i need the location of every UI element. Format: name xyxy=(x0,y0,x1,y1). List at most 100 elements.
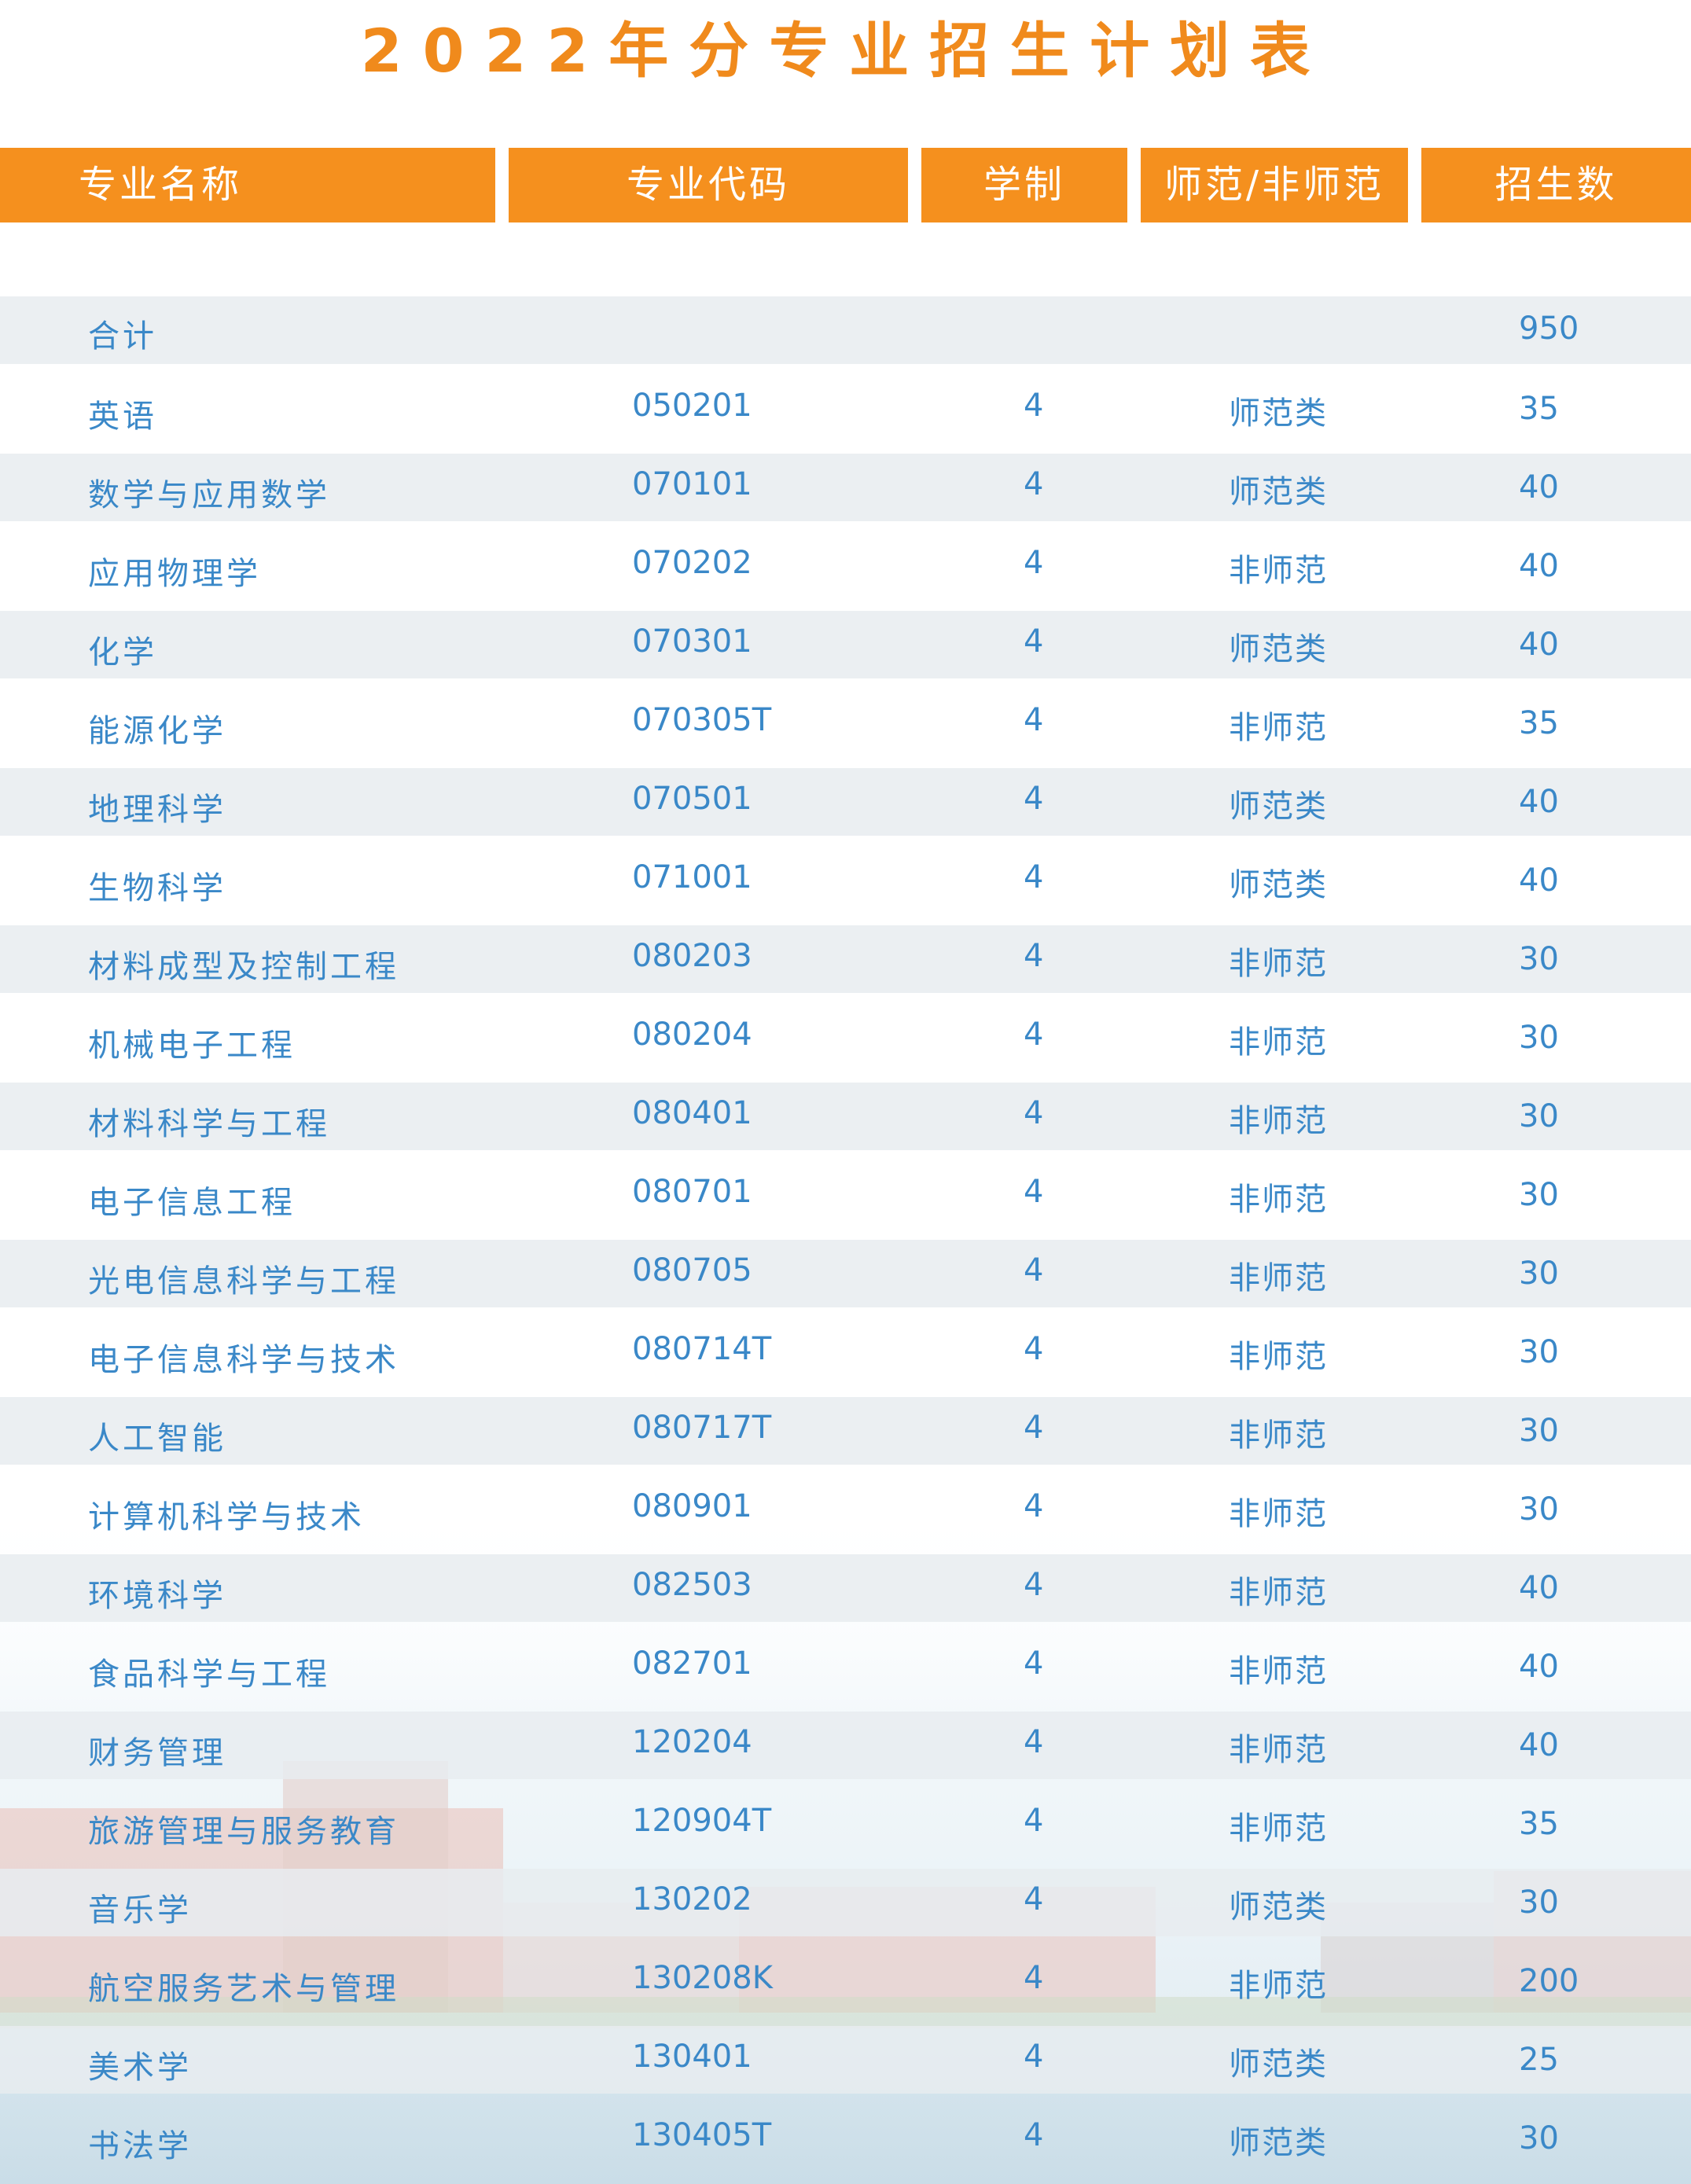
normal-type: 师范类 xyxy=(1229,474,1328,510)
major-code: 070301 xyxy=(632,623,752,660)
major-name: 音乐学 xyxy=(88,1892,192,1928)
duration: 4 xyxy=(1024,1331,1044,1367)
table-row: 财务管理 120204 4 非师范 40 xyxy=(0,1712,1691,1779)
normal-type: 非师范 xyxy=(1229,1260,1328,1296)
major-name: 计算机科学与技术 xyxy=(88,1499,365,1535)
table-row: 数学与应用数学 070101 4 师范类 40 xyxy=(0,454,1691,521)
table-row: 化学 070301 4 师范类 40 xyxy=(0,611,1691,678)
normal-type: 非师范 xyxy=(1229,1811,1328,1847)
duration: 4 xyxy=(1024,466,1044,502)
table-row: 应用物理学 070202 4 非师范 40 xyxy=(0,521,1691,600)
major-name: 化学 xyxy=(88,634,157,671)
major-code: 080705 xyxy=(632,1252,752,1289)
enrollment-count: 30 xyxy=(1519,1256,1559,1292)
normal-type: 非师范 xyxy=(1229,1968,1328,2004)
total-count: 950 xyxy=(1519,311,1579,347)
normal-type: 非师范 xyxy=(1229,1496,1328,1532)
table-row: 书法学 130405T 4 师范类 30 xyxy=(0,2094,1691,2172)
major-name: 地理科学 xyxy=(88,792,226,828)
table-row: 地理科学 070501 4 师范类 40 xyxy=(0,768,1691,836)
major-name: 环境科学 xyxy=(88,1578,226,1614)
normal-type: 非师范 xyxy=(1229,1653,1328,1689)
table-row: 生物科学 071001 4 师范类 40 xyxy=(0,836,1691,914)
duration: 4 xyxy=(1024,859,1044,895)
enrollment-count: 30 xyxy=(1519,1884,1559,1921)
major-code: 082503 xyxy=(632,1567,752,1603)
table-row: 计算机科学与技术 080901 4 非师范 30 xyxy=(0,1465,1691,1543)
table-row: 环境科学 082503 4 非师范 40 xyxy=(0,1554,1691,1622)
major-code: 120204 xyxy=(632,1724,752,1760)
table-row: 电子信息科学与技术 080714T 4 非师范 30 xyxy=(0,1307,1691,1386)
normal-type: 非师范 xyxy=(1229,946,1328,982)
major-code: 082701 xyxy=(632,1645,752,1682)
major-code: 080204 xyxy=(632,1017,752,1053)
duration: 4 xyxy=(1024,1645,1044,1682)
major-name: 数学与应用数学 xyxy=(88,477,330,513)
table-row: 光电信息科学与工程 080705 4 非师范 30 xyxy=(0,1240,1691,1307)
major-name: 旅游管理与服务教育 xyxy=(88,1814,399,1850)
enrollment-count: 30 xyxy=(1519,1020,1559,1056)
normal-type: 非师范 xyxy=(1229,1339,1328,1375)
major-name: 能源化学 xyxy=(88,713,226,749)
duration: 4 xyxy=(1024,1017,1044,1053)
major-code: 080701 xyxy=(632,1174,752,1210)
normal-type: 师范类 xyxy=(1229,395,1328,432)
normal-type: 师范类 xyxy=(1229,867,1328,903)
major-name: 生物科学 xyxy=(88,870,226,906)
normal-type: 师范类 xyxy=(1229,2046,1328,2083)
major-code: 070101 xyxy=(632,466,752,502)
enrollment-count: 35 xyxy=(1519,705,1559,741)
normal-type: 非师范 xyxy=(1229,553,1328,589)
normal-type: 非师范 xyxy=(1229,1575,1328,1611)
major-name: 航空服务艺术与管理 xyxy=(88,1971,399,2007)
enrollment-count: 40 xyxy=(1519,469,1559,506)
normal-type: 师范类 xyxy=(1229,1889,1328,1925)
major-code: 070501 xyxy=(632,781,752,817)
major-name: 书法学 xyxy=(88,2128,192,2164)
enrollment-count: 40 xyxy=(1519,1649,1559,1685)
duration: 4 xyxy=(1024,388,1044,424)
table-row: 美术学 130401 4 师范类 25 xyxy=(0,2026,1691,2094)
table-row: 材料科学与工程 080401 4 非师范 30 xyxy=(0,1083,1691,1150)
duration: 4 xyxy=(1024,702,1044,738)
major-name: 光电信息科学与工程 xyxy=(88,1263,399,1300)
enrollment-count: 35 xyxy=(1519,1806,1559,1842)
major-code: 120904T xyxy=(632,1803,772,1839)
enrollment-count: 40 xyxy=(1519,1570,1559,1606)
table-row: 航空服务艺术与管理 130208K 4 非师范 200 xyxy=(0,1936,1691,2015)
major-code: 130208K xyxy=(632,1960,773,1996)
duration: 4 xyxy=(1024,623,1044,660)
major-code: 080714T xyxy=(632,1331,772,1367)
major-code: 071001 xyxy=(632,859,752,895)
table-row: 能源化学 070305T 4 非师范 35 xyxy=(0,678,1691,757)
major-code: 050201 xyxy=(632,388,752,424)
enrollment-count: 30 xyxy=(1519,1413,1559,1449)
major-name: 材料科学与工程 xyxy=(88,1106,330,1142)
duration: 4 xyxy=(1024,1488,1044,1524)
duration: 4 xyxy=(1024,1252,1044,1289)
duration: 4 xyxy=(1024,1410,1044,1446)
enrollment-count: 200 xyxy=(1519,1963,1579,1999)
total-label: 合计 xyxy=(88,318,157,355)
duration: 4 xyxy=(1024,1095,1044,1131)
table-row: 电子信息工程 080701 4 非师范 30 xyxy=(0,1150,1691,1229)
enrollment-count: 30 xyxy=(1519,1491,1559,1528)
duration: 4 xyxy=(1024,1567,1044,1603)
enrollment-count: 30 xyxy=(1519,2120,1559,2156)
enrollment-table: 合计 950 英语 050201 4 师范类 35 数学与应用数学 070101 4 师范类 40… xyxy=(0,0,1691,2184)
normal-type: 师范类 xyxy=(1229,2125,1328,2161)
enrollment-count: 40 xyxy=(1519,784,1559,820)
enrollment-count: 40 xyxy=(1519,627,1559,663)
table-row: 音乐学 130202 4 师范类 30 xyxy=(0,1869,1691,1936)
major-code: 080203 xyxy=(632,938,752,974)
normal-type: 非师范 xyxy=(1229,1103,1328,1139)
major-name: 机械电子工程 xyxy=(88,1028,296,1064)
table-row-total: 合计 950 xyxy=(0,296,1691,364)
normal-type: 非师范 xyxy=(1229,710,1328,746)
normal-type: 师范类 xyxy=(1229,631,1328,667)
major-code: 130405T xyxy=(632,2117,772,2153)
major-name: 人工智能 xyxy=(88,1421,226,1457)
duration: 4 xyxy=(1024,545,1044,581)
major-code: 130202 xyxy=(632,1881,752,1917)
major-name: 美术学 xyxy=(88,2050,192,2086)
